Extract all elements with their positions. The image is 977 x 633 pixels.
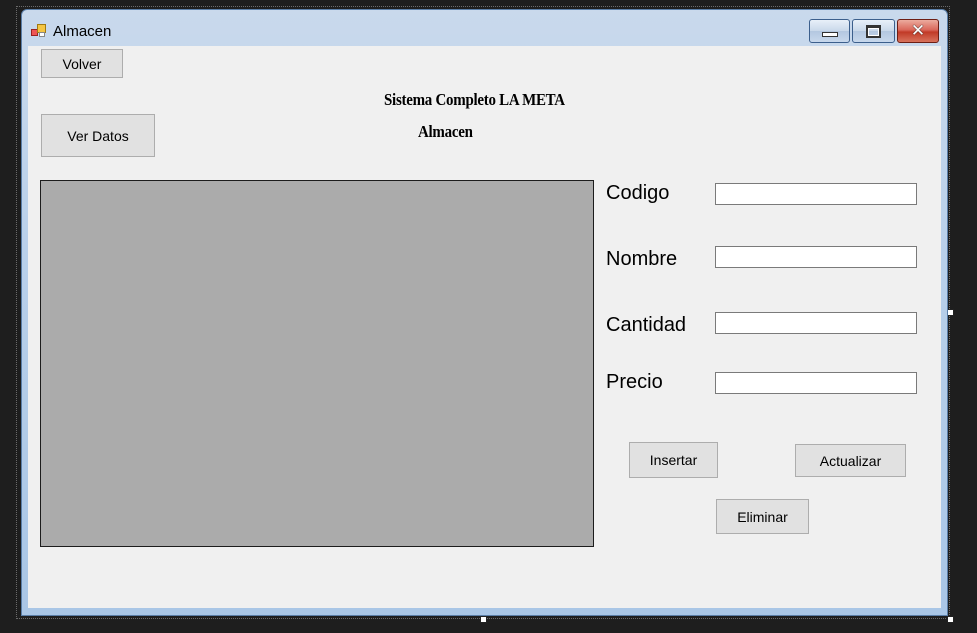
maximize-button[interactable] (852, 19, 895, 43)
insert-button[interactable]: Insertar (629, 442, 718, 478)
nombre-label: Nombre (606, 248, 678, 270)
client-area: Volver Ver Datos Sistema Completo LA MET… (28, 46, 941, 608)
precio-input[interactable] (715, 372, 917, 394)
form-icon (31, 24, 47, 38)
update-button[interactable]: Actualizar (795, 444, 906, 477)
cantidad-label: Cantidad (606, 314, 687, 336)
maximize-icon (866, 24, 881, 38)
resize-handle-right[interactable] (947, 309, 954, 316)
cantidad-input[interactable] (715, 312, 917, 334)
data-grid[interactable] (40, 180, 594, 547)
system-title: Sistema Completo LA META (384, 90, 565, 109)
resize-handle-bottom[interactable] (480, 616, 487, 623)
view-data-button[interactable]: Ver Datos (41, 114, 155, 157)
minimize-button[interactable] (809, 19, 850, 43)
codigo-input[interactable] (715, 183, 917, 205)
minimize-icon (821, 31, 838, 37)
close-button[interactable]: ✕ (897, 19, 939, 43)
back-button[interactable]: Volver (41, 49, 123, 78)
section-title: Almacen (418, 122, 473, 141)
title-bar[interactable]: Almacen ✕ (22, 10, 947, 46)
delete-button[interactable]: Eliminar (716, 499, 809, 534)
form-window: Almacen ✕ Volver Ver Datos Sistema Compl… (21, 9, 948, 616)
nombre-input[interactable] (715, 246, 917, 268)
codigo-label: Codigo (606, 182, 670, 204)
precio-label: Precio (606, 371, 663, 393)
resize-handle-corner[interactable] (947, 616, 954, 623)
close-icon: ✕ (910, 20, 926, 41)
window-title: Almacen (53, 23, 112, 40)
